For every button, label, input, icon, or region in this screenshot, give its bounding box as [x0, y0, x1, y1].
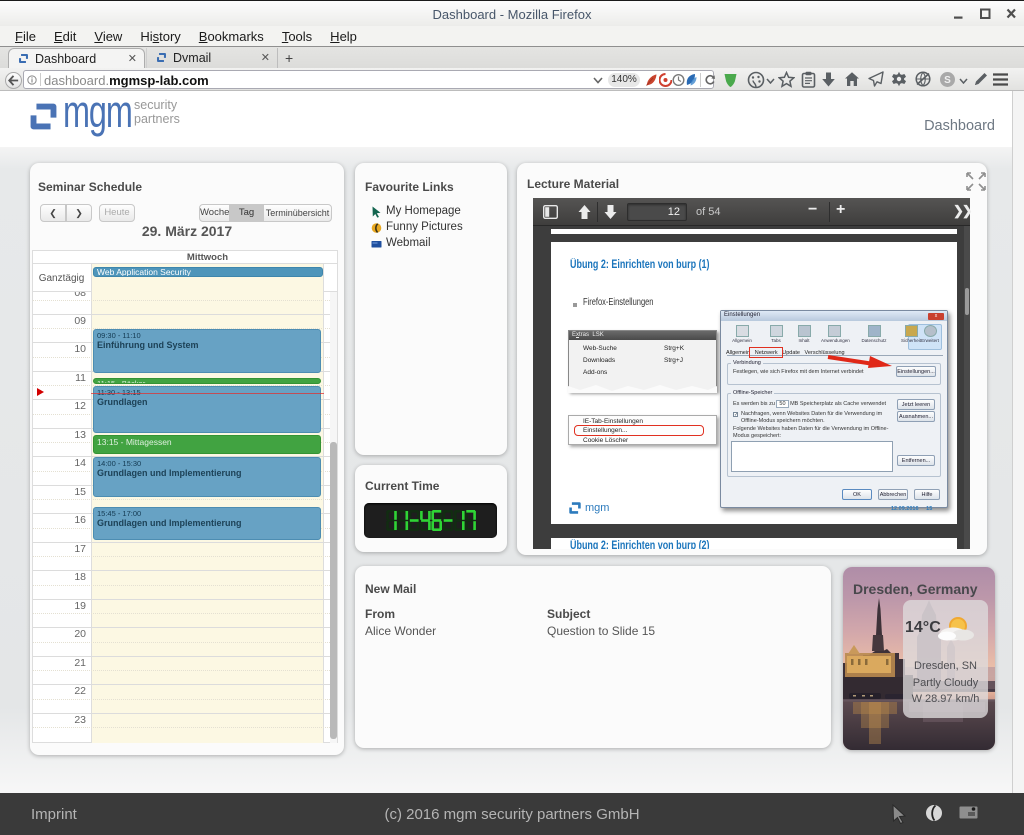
svg-text:S: S [944, 75, 951, 86]
